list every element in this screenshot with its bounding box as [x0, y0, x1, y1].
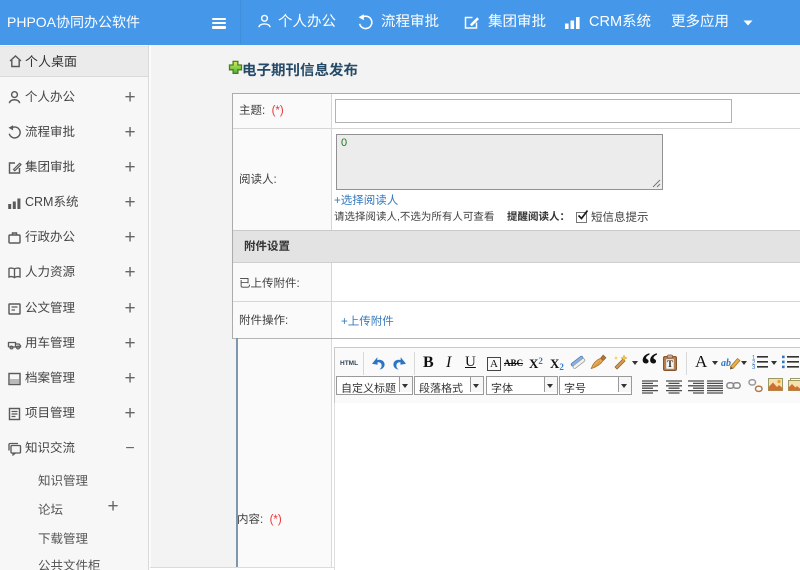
svg-text:ab: ab: [721, 358, 731, 369]
svg-text:T: T: [667, 359, 673, 369]
svg-text:3: 3: [752, 365, 756, 369]
